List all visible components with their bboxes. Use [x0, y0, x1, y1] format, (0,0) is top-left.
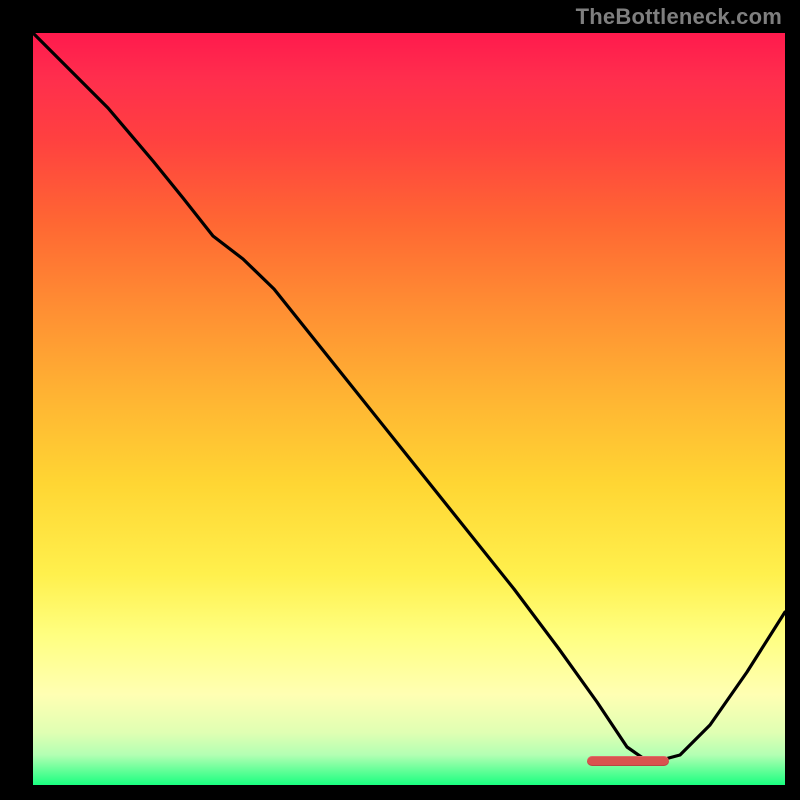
- chart-stage: TheBottleneck.com: [0, 0, 800, 800]
- series-curve: [33, 33, 785, 763]
- plot-area: [33, 33, 785, 785]
- curve-layer: [33, 33, 785, 785]
- watermark-text: TheBottleneck.com: [576, 4, 782, 30]
- target-range-badge: [587, 756, 669, 766]
